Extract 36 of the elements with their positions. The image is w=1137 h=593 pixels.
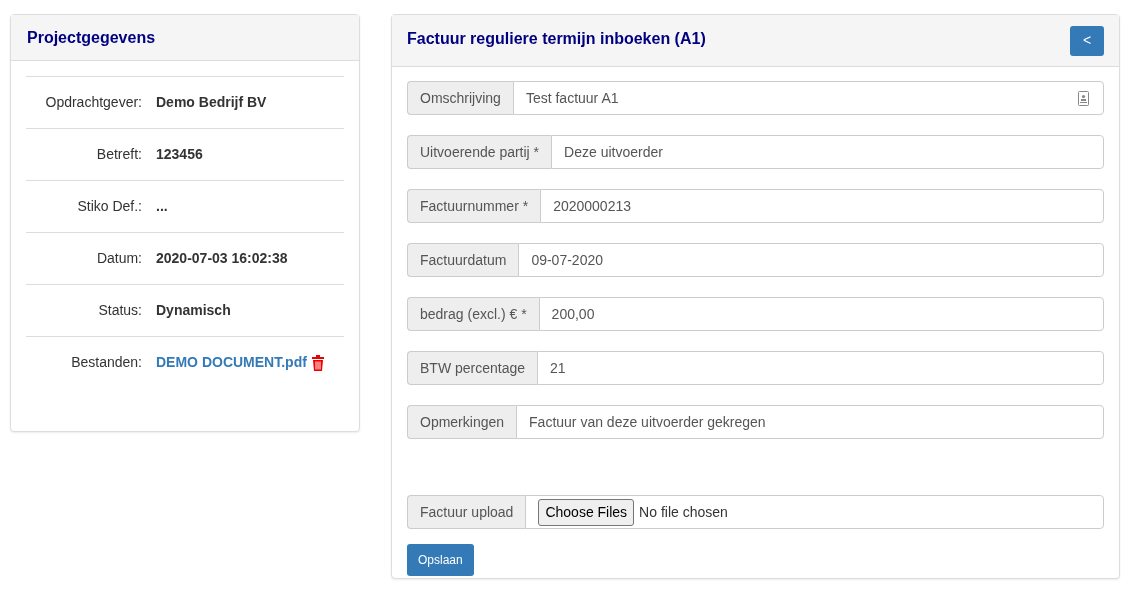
input-label: Opmerkingen: [407, 405, 517, 439]
field-value: Demo Bedrijf BV: [156, 93, 267, 112]
file-link[interactable]: DEMO DOCUMENT.pdf: [156, 352, 307, 373]
card-title: Factuur reguliere termijn inboeken (A1): [407, 29, 706, 49]
input-label: Uitvoerende partij *: [407, 135, 552, 169]
field-value: Dynamisch: [156, 301, 231, 320]
field-label: Datum:: [95, 249, 143, 268]
save-button[interactable]: Opslaan: [407, 544, 474, 576]
field-label: Betreft:: [95, 145, 143, 164]
input-field[interactable]: 21: [537, 351, 1104, 385]
input-field[interactable]: 200,00: [538, 297, 1104, 331]
trash-icon[interactable]: [311, 354, 324, 371]
field-label: Stiko Def.:: [76, 197, 143, 216]
input-label: bedrag (excl.) € *: [407, 297, 539, 331]
file-input[interactable]: Choose Files No file chosen: [525, 495, 1104, 529]
input-label: Factuurnummer *: [407, 189, 541, 223]
field-value: 2020-07-03 16:02:38: [156, 249, 288, 268]
input-field[interactable]: 09-07-2020: [518, 243, 1104, 277]
input-label: Factuurdatum: [407, 243, 519, 277]
input-label: BTW percentage: [407, 351, 538, 385]
input-field[interactable]: Test factuur A1: [512, 81, 1104, 115]
input-field[interactable]: 2020000213: [540, 189, 1104, 223]
input-label: Factuur upload: [407, 495, 526, 529]
back-button[interactable]: <: [1070, 25, 1104, 56]
input-field[interactable]: Deze uitvoerder: [551, 135, 1104, 169]
field-value: 123456: [156, 145, 203, 164]
field-value: ...: [156, 197, 168, 216]
field-label: Opdrachtgever:: [44, 93, 143, 112]
choose-files-button[interactable]: Choose Files: [538, 498, 635, 526]
input-field[interactable]: Factuur van deze uitvoerder gekregen: [516, 405, 1104, 439]
input-label: Omschrijving: [407, 81, 513, 115]
field-label: Bestanden:: [70, 353, 143, 372]
contact-card-icon: [1078, 90, 1089, 106]
field-label: Status:: [97, 301, 143, 320]
card-title: Projectgegevens: [27, 29, 156, 46]
file-status: No file chosen: [639, 502, 728, 522]
